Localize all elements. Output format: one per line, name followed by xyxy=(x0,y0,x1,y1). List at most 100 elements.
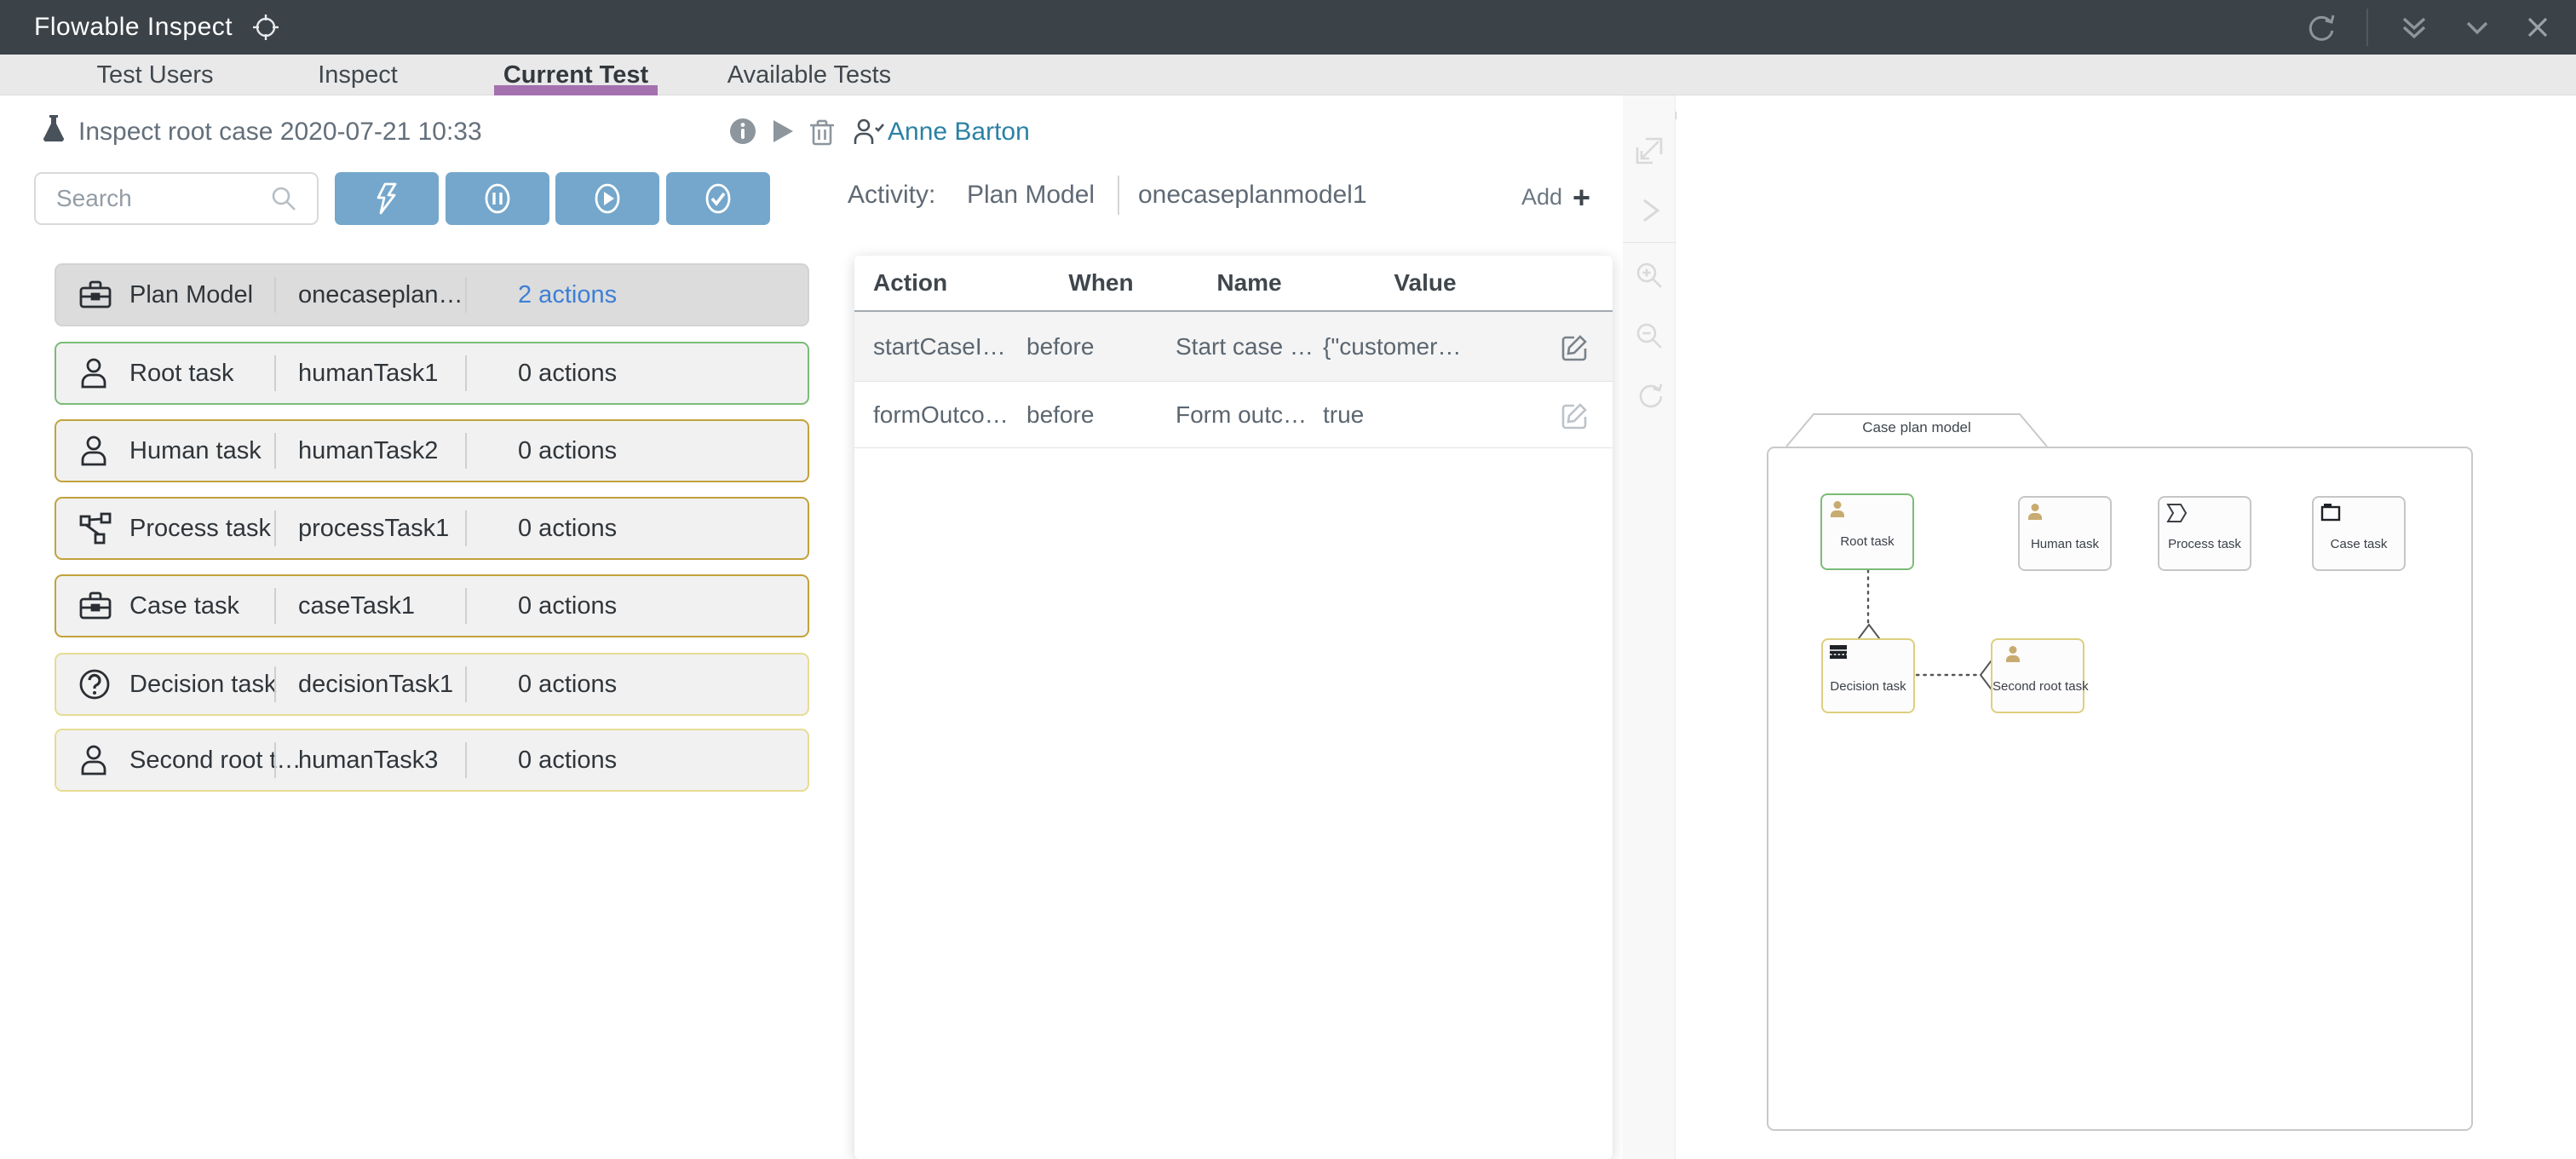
user-check-icon xyxy=(852,118,886,147)
diagram-node-decision-task[interactable]: Decision task xyxy=(1821,638,1915,713)
flask-icon xyxy=(41,112,66,145)
tab-inspect[interactable]: Inspect xyxy=(318,55,398,95)
task-actions-link[interactable]: 0 actions xyxy=(467,592,617,620)
node-label: Decision task xyxy=(1823,679,1913,694)
briefcase-icon xyxy=(78,280,129,310)
task-actions-link[interactable]: 0 actions xyxy=(467,671,617,699)
plus-icon: + xyxy=(1573,185,1590,210)
task-row-plan-model[interactable]: Plan Model onecaseplan… 2 actions xyxy=(55,263,809,326)
task-row-second-root-task[interactable]: Second root t… humanTask3 0 actions xyxy=(55,729,809,792)
play-icon[interactable] xyxy=(770,118,796,145)
add-label: Add xyxy=(1521,184,1562,210)
column-header-when: When xyxy=(1026,269,1176,297)
info-icon[interactable] xyxy=(729,118,756,145)
cell-action: formOutco… xyxy=(873,401,1026,429)
fit-screen-icon[interactable] xyxy=(1635,136,1664,165)
table-row[interactable]: formOutco… before Form outc… true xyxy=(854,382,1613,448)
task-row-root-task[interactable]: Root task humanTask1 0 actions xyxy=(55,342,809,405)
diagram-panel: Case plan model Root task Human task Pro… xyxy=(1623,95,2576,1159)
trash-icon[interactable] xyxy=(809,118,835,147)
chevron-right-icon[interactable] xyxy=(1637,196,1663,225)
divider xyxy=(1118,176,1119,215)
task-name: Process task xyxy=(129,515,274,543)
task-id: humanTask2 xyxy=(276,437,465,465)
task-actions-link[interactable]: 0 actions xyxy=(467,515,617,543)
briefcase-icon xyxy=(78,591,129,621)
folder-icon xyxy=(2320,503,2341,522)
node-label: Root task xyxy=(1822,534,1912,549)
diagram-node-process-task[interactable]: Process task xyxy=(2158,496,2251,571)
process-icon xyxy=(78,511,129,545)
task-actions-link[interactable]: 0 actions xyxy=(467,360,617,388)
node-label: Case task xyxy=(2314,537,2404,551)
task-row-process-task[interactable]: Process task processTask1 0 actions xyxy=(55,497,809,560)
cell-name: Form outc… xyxy=(1176,401,1323,429)
cell-name: Start case … xyxy=(1176,333,1323,360)
titlebar: Flowable Inspect xyxy=(0,0,2576,55)
cell-when: before xyxy=(1026,333,1176,360)
refresh-icon[interactable] xyxy=(2305,11,2337,43)
task-name: Decision task xyxy=(129,671,274,699)
person-icon xyxy=(78,435,129,467)
task-actions-link[interactable]: 2 actions xyxy=(467,281,617,309)
resume-button[interactable] xyxy=(555,172,659,225)
app-title: Flowable Inspect xyxy=(34,13,233,42)
task-id: decisionTask1 xyxy=(276,671,465,699)
table-row[interactable]: startCaseI… before Start case … {"custom… xyxy=(854,312,1613,382)
task-id: onecaseplan… xyxy=(276,281,465,309)
task-row-decision-task[interactable]: Decision task decisionTask1 0 actions xyxy=(55,653,809,716)
refresh-icon[interactable] xyxy=(1635,381,1664,410)
complete-button[interactable] xyxy=(666,172,770,225)
edit-icon[interactable] xyxy=(1527,400,1613,430)
zoom-out-icon[interactable] xyxy=(1635,321,1664,350)
task-row-human-task[interactable]: Human task humanTask2 0 actions xyxy=(55,419,809,482)
diagram-node-root-task[interactable]: Root task xyxy=(1820,493,1914,570)
task-id: caseTask1 xyxy=(276,592,465,620)
close-icon[interactable] xyxy=(2523,13,2552,42)
activity-name: Plan Model xyxy=(967,181,1095,210)
search-input[interactable] xyxy=(56,185,269,212)
question-circle-icon xyxy=(78,668,129,701)
bolt-button[interactable] xyxy=(335,172,439,225)
task-name: Second root t… xyxy=(129,747,274,775)
column-header-name: Name xyxy=(1176,269,1323,297)
cell-action: startCaseI… xyxy=(873,333,1026,360)
target-icon xyxy=(251,13,280,42)
add-action-button[interactable]: Add + xyxy=(1521,184,1590,210)
active-tab-indicator xyxy=(494,85,658,95)
tab-test-users[interactable]: Test Users xyxy=(97,55,214,95)
actions-table-card: Action When Name Value startCaseI… befor… xyxy=(854,256,1613,1159)
tab-bar: Test Users Inspect Current Test Availabl… xyxy=(0,55,2576,95)
diagram-toolbar xyxy=(1623,95,1676,1159)
pause-button[interactable] xyxy=(446,172,549,225)
diagram-node-second-root-task[interactable]: Second root task xyxy=(1991,638,2084,713)
person-icon xyxy=(78,357,129,389)
pennant-icon xyxy=(2166,503,2188,523)
cell-value: true xyxy=(1323,401,1527,429)
task-actions-link[interactable]: 0 actions xyxy=(467,437,617,465)
activity-label: Activity: xyxy=(848,181,935,210)
edit-icon[interactable] xyxy=(1527,332,1613,362)
task-id: humanTask1 xyxy=(276,360,465,388)
chevron-down-icon[interactable] xyxy=(2460,10,2494,44)
diagram-node-human-task[interactable]: Human task xyxy=(2018,496,2112,571)
task-row-case-task[interactable]: Case task caseTask1 0 actions xyxy=(55,574,809,637)
task-name: Root task xyxy=(129,360,274,388)
case-plan-model-label: Case plan model xyxy=(1786,419,2047,436)
titlebar-separator xyxy=(2366,9,2368,46)
diagram-node-case-task[interactable]: Case task xyxy=(2312,496,2406,571)
node-label: Human task xyxy=(2020,537,2110,551)
column-header-value: Value xyxy=(1323,269,1527,297)
task-name: Human task xyxy=(129,437,274,465)
person-icon xyxy=(2004,645,2021,662)
assigned-user-link[interactable]: Anne Barton xyxy=(888,118,1030,147)
node-label: Second root task xyxy=(1992,679,2083,694)
tab-available-tests[interactable]: Available Tests xyxy=(727,55,891,95)
task-id: humanTask3 xyxy=(276,747,465,775)
double-chevron-down-icon[interactable] xyxy=(2397,10,2431,44)
zoom-in-icon[interactable] xyxy=(1635,261,1664,290)
search-box xyxy=(34,172,319,225)
task-id: processTask1 xyxy=(276,515,465,543)
task-actions-link[interactable]: 0 actions xyxy=(467,747,617,775)
task-name: Plan Model xyxy=(129,281,274,309)
